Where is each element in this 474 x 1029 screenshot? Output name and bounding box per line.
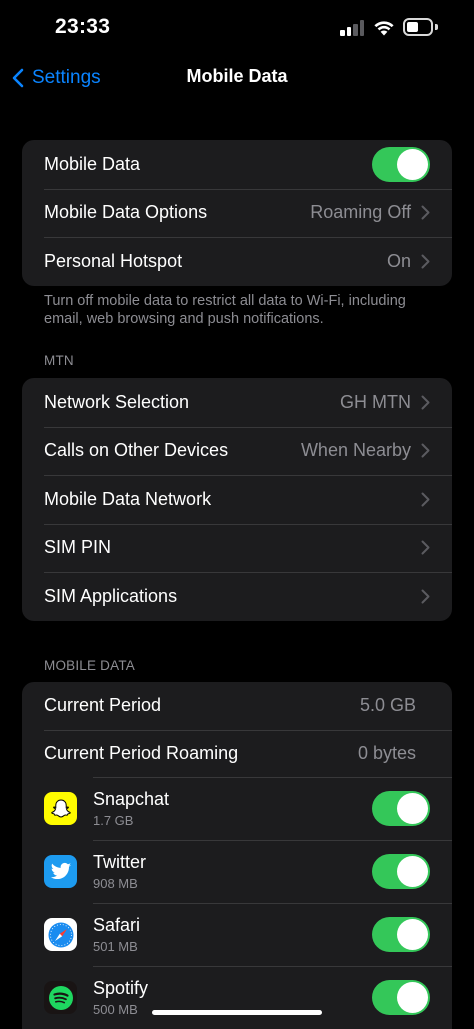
usage-group: Current Period 5.0 GB Current Period Roa… (22, 682, 452, 1029)
battery-tip (435, 24, 438, 30)
sim-pin-label: SIM PIN (44, 537, 112, 558)
wifi-icon (374, 21, 394, 36)
safari-icon (44, 918, 77, 951)
usage-section-header: MOBILE DATA (44, 658, 135, 673)
calls-on-other-devices-value: When Nearby (300, 440, 411, 461)
snapchat-data-toggle[interactable] (372, 791, 430, 826)
mobile-data-options-value: Roaming Off (310, 202, 411, 223)
personal-hotspot-label: Personal Hotspot (44, 250, 183, 271)
status-time: 23:33 (55, 15, 111, 38)
chevron-right-icon (421, 443, 430, 458)
mobile-data-label: Mobile Data (44, 153, 141, 174)
calls-on-other-devices-row[interactable]: Calls on Other Devices When Nearby (22, 426, 452, 476)
current-period-roaming-row: Current Period Roaming 0 bytes (22, 729, 452, 778)
twitter-icon (44, 855, 77, 888)
page-title: Mobile Data (186, 66, 288, 86)
app-name: Spotify (93, 977, 149, 998)
app-row-twitter: Twitter 908 MB (22, 840, 452, 903)
mobile-data-row: Mobile Data (22, 140, 452, 189)
twitter-data-toggle[interactable] (372, 854, 430, 889)
spotify-icon (44, 981, 77, 1014)
cellular-signal-icon (340, 19, 366, 36)
app-row-safari: Safari 501 MB (22, 903, 452, 966)
spotify-data-toggle[interactable] (372, 980, 430, 1015)
current-period-row: Current Period 5.0 GB (22, 682, 452, 730)
app-name: Twitter (93, 851, 147, 872)
chevron-right-icon (421, 492, 430, 507)
mobile-data-options-row[interactable]: Mobile Data Options Roaming Off (22, 188, 452, 238)
chevron-right-icon (421, 205, 430, 220)
network-selection-label: Network Selection (44, 391, 190, 412)
app-name: Safari (93, 914, 141, 935)
current-period-label: Current Period (44, 695, 162, 716)
mobile-data-toggle[interactable] (372, 146, 430, 182)
mobile-data-options-label: Mobile Data Options (44, 202, 208, 223)
mobile-data-network-row[interactable]: Mobile Data Network (22, 475, 452, 524)
mobile-data-network-label: Mobile Data Network (44, 488, 212, 509)
carrier-section-header: MTN (44, 353, 74, 368)
mobile-data-footer-note: Turn off mobile data to restrict all dat… (44, 293, 406, 327)
app-usage: 501 MB (93, 938, 138, 954)
sim-applications-row[interactable]: SIM Applications (22, 572, 452, 621)
current-period-roaming-value: 0 bytes (357, 742, 416, 763)
safari-data-toggle[interactable] (372, 917, 430, 952)
personal-hotspot-row[interactable]: Personal Hotspot On (22, 237, 452, 286)
app-row-spotify: Spotify 500 MB (22, 966, 452, 1029)
chevron-right-icon (421, 254, 430, 269)
chevron-right-icon (421, 395, 430, 410)
network-selection-value: GH MTN (340, 391, 411, 412)
chevron-right-icon (421, 589, 430, 604)
current-period-roaming-label: Current Period Roaming (44, 742, 239, 763)
app-usage: 908 MB (93, 875, 138, 891)
sim-pin-row[interactable]: SIM PIN (22, 523, 452, 573)
app-name: Snapchat (93, 788, 170, 809)
chevron-right-icon (421, 540, 430, 555)
mobile-data-group: Mobile Data Mobile Data Options Roaming … (22, 140, 452, 286)
battery-icon (403, 18, 433, 36)
calls-on-other-devices-label: Calls on Other Devices (44, 440, 229, 461)
app-usage: 1.7 GB (93, 812, 134, 828)
navigation-bar: Settings Mobile Data (0, 56, 474, 100)
current-period-value: 5.0 GB (359, 695, 416, 716)
home-indicator[interactable] (152, 1010, 322, 1015)
app-row-snapchat: Snapchat 1.7 GB (22, 777, 452, 840)
snapchat-icon (44, 792, 77, 825)
sim-applications-label: SIM Applications (44, 585, 178, 606)
personal-hotspot-value: On (386, 250, 411, 271)
status-bar: 23:33 (0, 0, 474, 56)
network-selection-row[interactable]: Network Selection GH MTN (22, 378, 452, 427)
carrier-group: Network Selection GH MTN Calls on Other … (22, 378, 452, 621)
